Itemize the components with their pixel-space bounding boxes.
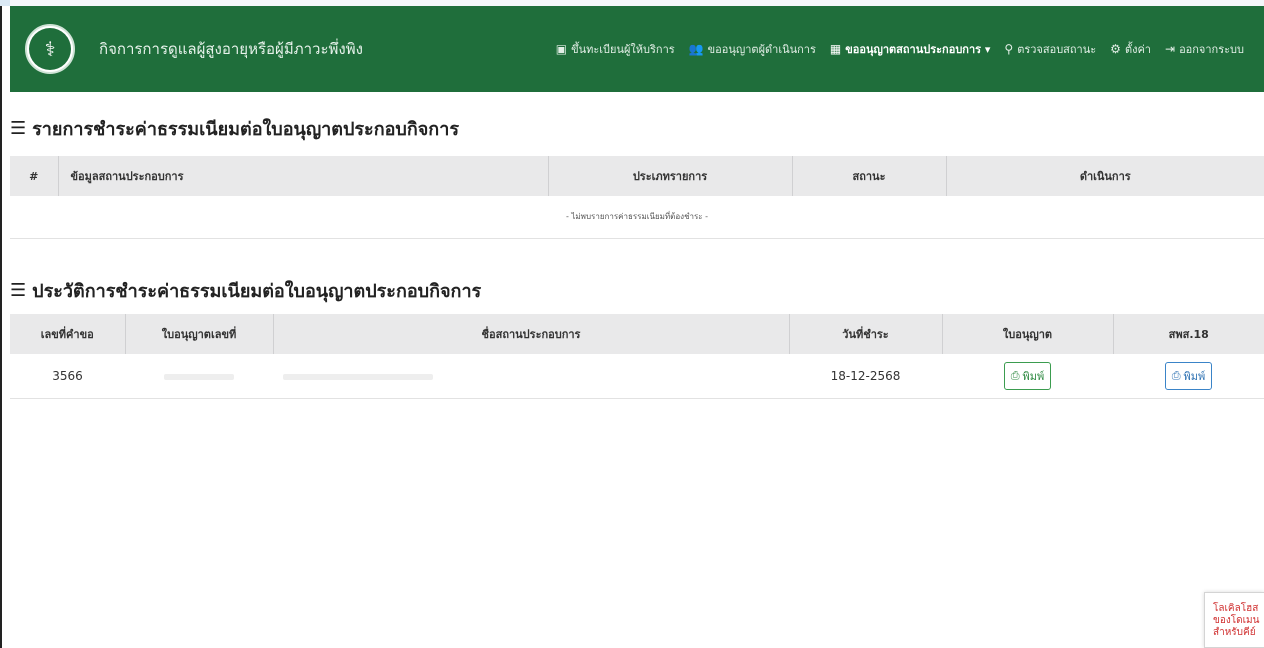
col-status: สถานะ xyxy=(792,156,947,196)
nav-register-provider[interactable]: ▣ ขึ้นทะเบียนผู้ให้บริการ xyxy=(556,40,675,58)
printer-icon: ⎙ xyxy=(1010,368,1020,382)
col-request-no: เลขที่คำขอ xyxy=(10,314,126,354)
empty-message: - ไม่พบรายการค่าธรรมเนียมที่ต้องชำระ - xyxy=(10,196,1264,239)
caduceus-icon: ⚕ xyxy=(29,28,71,70)
nav-establishment-permit[interactable]: ▦ ขออนุญาตสถานประกอบการ ▾ xyxy=(830,40,991,58)
redacted-text xyxy=(164,373,234,380)
history-table: เลขที่คำขอ ใบอนุญาตเลขที่ ชื่อสถานประกอบ… xyxy=(10,314,1264,399)
pending-section-title: ☰ รายการชำระค่าธรรมเนียมต่อใบอนุญาตประกอ… xyxy=(10,118,459,140)
user-gear-icon: ⚙ xyxy=(1110,42,1121,56)
navbar: ⚕ กิจการการดูแลผู้สูงอายุหรือผู้มีภาวะพึ… xyxy=(10,6,1264,92)
col-establishment-name: ชื่อสถานประกอบการ xyxy=(273,314,790,354)
search-icon: ⚲ xyxy=(1004,42,1014,56)
print-license-button[interactable]: ⎙ พิมพ์ xyxy=(1003,361,1052,390)
nav-logout-label: ออกจากระบบ xyxy=(1179,43,1244,56)
col-license-no: ใบอนุญาตเลขที่ xyxy=(125,314,274,354)
nav-check-status[interactable]: ⚲ ตรวจสอบสถานะ xyxy=(1004,40,1096,58)
sign-out-icon: ⇥ xyxy=(1165,42,1176,56)
col-establishment-info: ข้อมูลสถานประกอบการ xyxy=(58,156,549,196)
users-icon: 👥 xyxy=(688,42,704,56)
printer-icon: ⎙ xyxy=(1171,368,1181,382)
col-license: ใบอนุญาต xyxy=(942,314,1114,354)
establishment-name-cell xyxy=(273,354,789,399)
nav-check-status-label: ตรวจสอบสถานะ xyxy=(1017,43,1097,56)
nav-operator-permit[interactable]: 👥 ขออนุญาตผู้ดำเนินการ xyxy=(689,40,816,58)
history-section-title: ☰ ประวัติการชำระค่าธรรมเนียมต่อใบอนุญาตป… xyxy=(10,280,482,302)
list-icon: ☰ xyxy=(10,118,27,139)
nav-menu: ▣ ขึ้นทะเบียนผู้ให้บริการ 👥 ขออนุญาตผู้ด… xyxy=(556,40,1244,58)
id-card-icon: ▣ xyxy=(555,42,568,56)
table-row: 3566 18-12-2568 ⎙ พิมพ์ ⎙ พิมพ์ xyxy=(10,354,1264,399)
payment-date-cell: 18-12-2568 xyxy=(789,354,942,399)
pending-table: # ข้อมูลสถานประกอบการ ประเภทรายการ สถานะ… xyxy=(10,156,1264,239)
col-form-18: สพส.18 xyxy=(1113,314,1264,354)
nav-logout[interactable]: ⇥ ออกจากระบบ xyxy=(1165,40,1244,58)
redacted-text xyxy=(283,373,433,380)
building-icon: ▦ xyxy=(829,42,842,56)
col-payment-date: วันที่ชำระ xyxy=(789,314,943,354)
license-cell: ⎙ พิมพ์ xyxy=(942,354,1113,399)
col-index: # xyxy=(10,156,59,196)
list-icon: ☰ xyxy=(10,280,27,301)
col-item-type: ประเภทรายการ xyxy=(548,156,793,196)
print-form-18-button[interactable]: ⎙ พิมพ์ xyxy=(1164,361,1213,390)
nav-settings-label: ตั้งค่า xyxy=(1124,43,1151,56)
license-no-cell xyxy=(125,354,273,399)
nav-settings[interactable]: ⚙ ตั้งค่า xyxy=(1110,40,1151,58)
nav-establishment-permit-label: ขออนุญาตสถานประกอบการ ▾ xyxy=(845,43,991,56)
request-no-cell: 3566 xyxy=(10,354,125,399)
ministry-logo[interactable]: ⚕ xyxy=(25,24,75,74)
nav-register-provider-label: ขึ้นทะเบียนผู้ให้บริการ xyxy=(571,43,675,56)
form-18-cell: ⎙ พิมพ์ xyxy=(1113,354,1264,399)
recaptcha-badge[interactable]: โลเคิลโฮส ของโดเมน สำหรับคีย์ xyxy=(1204,592,1264,648)
nav-operator-permit-label: ขออนุญาตผู้ดำเนินการ xyxy=(707,43,816,56)
col-actions: ดำเนินการ xyxy=(946,156,1264,196)
brand-title[interactable]: กิจการการดูแลผู้สูงอายุหรือผู้มีภาวะพึ่ง… xyxy=(99,37,363,61)
empty-row: - ไม่พบรายการค่าธรรมเนียมที่ต้องชำระ - xyxy=(10,196,1264,239)
